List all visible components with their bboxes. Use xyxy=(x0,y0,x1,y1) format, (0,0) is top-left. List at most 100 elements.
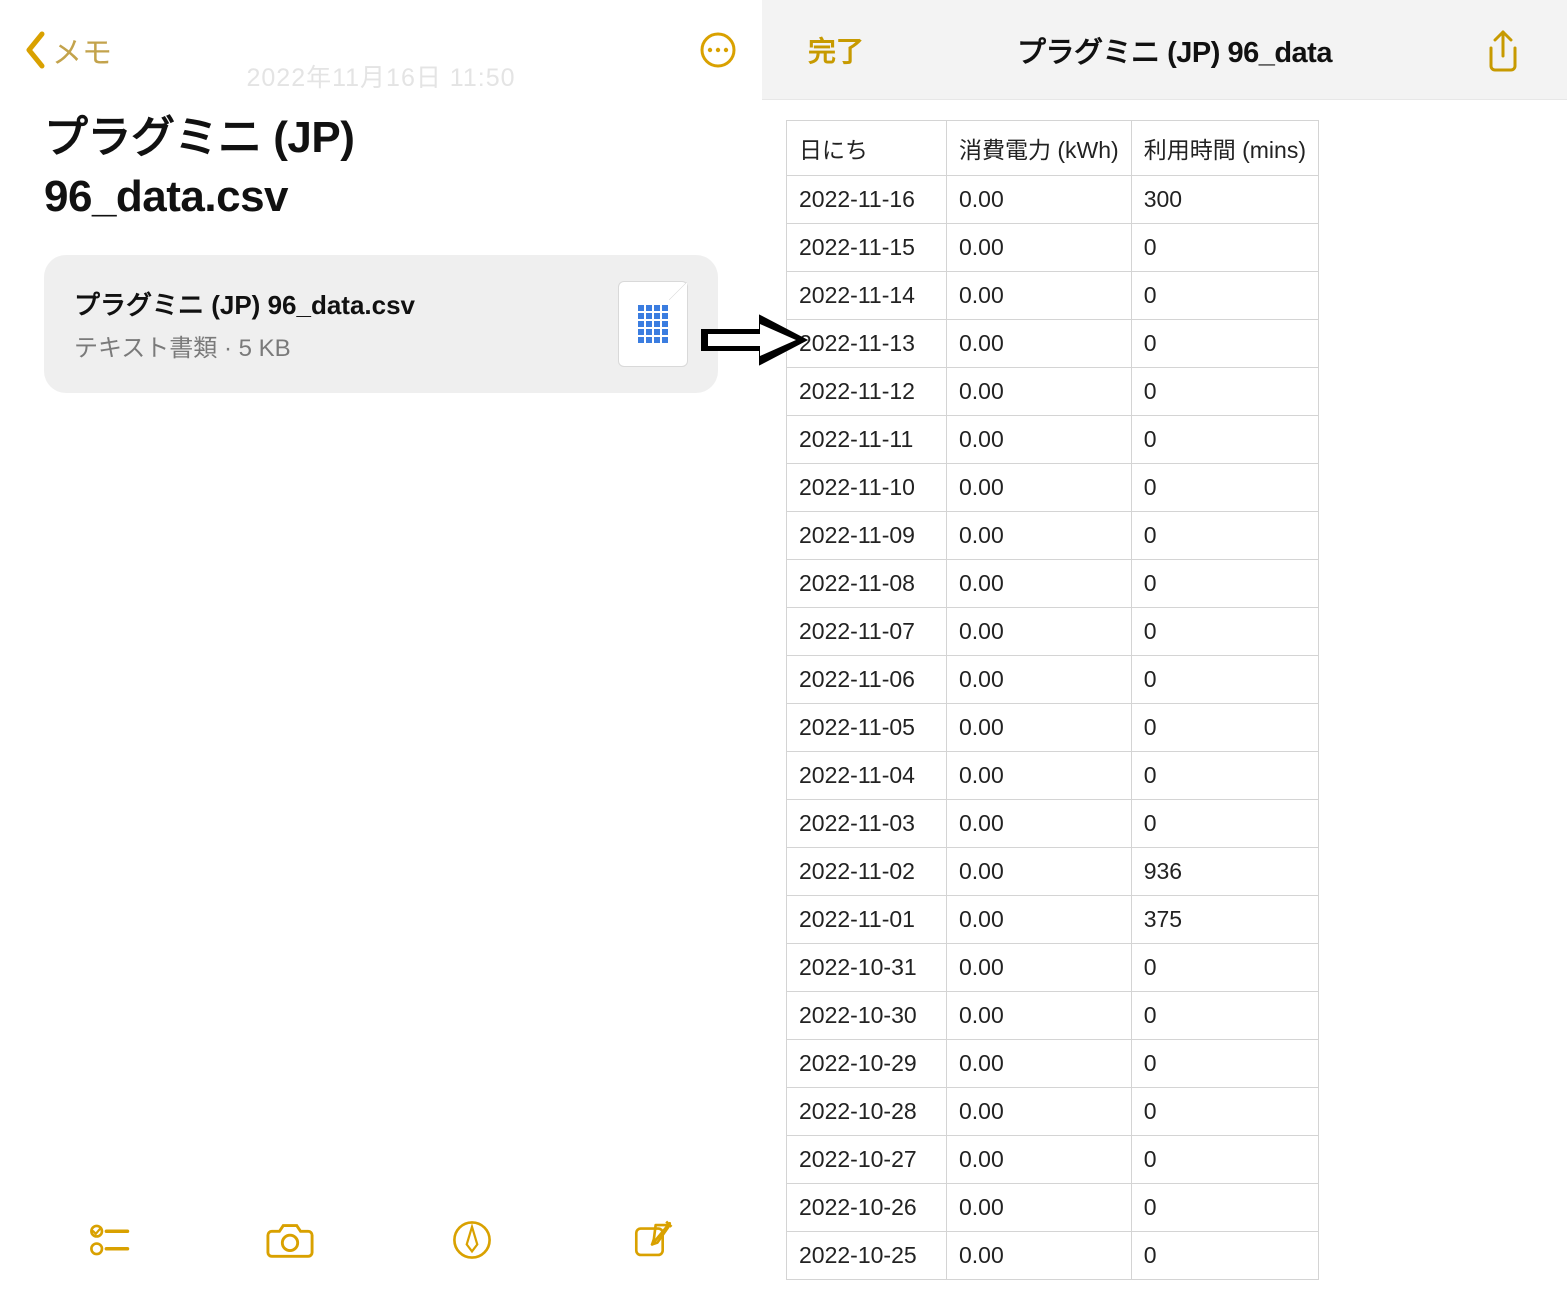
table-cell: 0.00 xyxy=(947,1040,1132,1088)
table-cell: 2022-11-05 xyxy=(787,704,947,752)
attachment-card[interactable]: プラグミニ (JP) 96_data.csv テキスト書類 · 5 KB xyxy=(44,255,718,393)
table-cell: 0 xyxy=(1131,1184,1318,1232)
markup-button[interactable] xyxy=(447,1215,497,1265)
table-cell: 2022-11-12 xyxy=(787,368,947,416)
table-row: 2022-11-130.000 xyxy=(787,320,1319,368)
table-row: 2022-11-020.00936 xyxy=(787,848,1319,896)
table-row: 2022-11-110.000 xyxy=(787,416,1319,464)
checklist-button[interactable] xyxy=(84,1215,134,1265)
table-row: 2022-10-270.000 xyxy=(787,1136,1319,1184)
compose-icon xyxy=(631,1218,675,1262)
table-cell: 0.00 xyxy=(947,512,1132,560)
csv-table: 日にち 消費電力 (kWh) 利用時間 (mins) 2022-11-160.0… xyxy=(786,120,1319,1280)
compose-button[interactable] xyxy=(628,1215,678,1265)
viewer-title: プラグミニ (JP) 96_data xyxy=(1017,29,1332,71)
markup-pen-icon xyxy=(450,1218,494,1262)
table-cell: 0.00 xyxy=(947,416,1132,464)
table-cell: 2022-11-06 xyxy=(787,656,947,704)
table-row: 2022-11-010.00375 xyxy=(787,896,1319,944)
table-cell: 2022-11-14 xyxy=(787,272,947,320)
table-cell: 2022-10-26 xyxy=(787,1184,947,1232)
table-row: 2022-11-150.000 xyxy=(787,224,1319,272)
table-cell: 2022-11-02 xyxy=(787,848,947,896)
table-row: 2022-11-030.000 xyxy=(787,800,1319,848)
table-cell: 0 xyxy=(1131,464,1318,512)
table-cell: 0.00 xyxy=(947,368,1132,416)
table-row: 2022-10-310.000 xyxy=(787,944,1319,992)
table-cell: 0 xyxy=(1131,560,1318,608)
table-cell: 2022-10-27 xyxy=(787,1136,947,1184)
table-cell: 0 xyxy=(1131,1136,1318,1184)
table-cell: 2022-11-13 xyxy=(787,320,947,368)
table-cell: 0.00 xyxy=(947,944,1132,992)
table-row: 2022-10-280.000 xyxy=(787,1088,1319,1136)
col-header-mins: 利用時間 (mins) xyxy=(1131,121,1318,176)
table-row: 2022-10-250.000 xyxy=(787,1232,1319,1280)
table-cell: 2022-11-03 xyxy=(787,800,947,848)
csv-table-container[interactable]: 日にち 消費電力 (kWh) 利用時間 (mins) 2022-11-160.0… xyxy=(762,100,1567,1280)
table-cell: 0 xyxy=(1131,224,1318,272)
table-cell: 2022-11-16 xyxy=(787,176,947,224)
arrow-icon xyxy=(700,310,810,370)
note-timestamp: 2022年11月16日 11:50 xyxy=(0,58,762,94)
table-cell: 2022-11-11 xyxy=(787,416,947,464)
table-row: 2022-11-050.000 xyxy=(787,704,1319,752)
note-title[interactable]: プラグミニ (JP) 96_data.csv xyxy=(0,104,762,227)
table-cell: 0 xyxy=(1131,608,1318,656)
table-cell: 0 xyxy=(1131,752,1318,800)
table-cell: 0.00 xyxy=(947,656,1132,704)
camera-button[interactable] xyxy=(265,1215,315,1265)
table-cell: 0.00 xyxy=(947,992,1132,1040)
table-row: 2022-11-120.000 xyxy=(787,368,1319,416)
table-cell: 0 xyxy=(1131,512,1318,560)
table-cell: 2022-11-07 xyxy=(787,608,947,656)
table-cell: 0.00 xyxy=(947,896,1132,944)
table-cell: 0 xyxy=(1131,992,1318,1040)
table-cell: 0.00 xyxy=(947,1184,1132,1232)
notes-bottombar xyxy=(0,1180,762,1300)
col-header-power: 消費電力 (kWh) xyxy=(947,121,1132,176)
table-cell: 0 xyxy=(1131,320,1318,368)
table-cell: 2022-10-29 xyxy=(787,1040,947,1088)
table-cell: 0 xyxy=(1131,368,1318,416)
table-cell: 0 xyxy=(1131,1232,1318,1280)
note-title-line1: プラグミニ (JP) xyxy=(44,113,354,162)
table-cell: 0.00 xyxy=(947,1232,1132,1280)
table-cell: 2022-11-15 xyxy=(787,224,947,272)
table-cell: 0.00 xyxy=(947,752,1132,800)
table-cell: 0.00 xyxy=(947,608,1132,656)
table-cell: 0 xyxy=(1131,1088,1318,1136)
viewer-topbar: 完了 プラグミニ (JP) 96_data xyxy=(762,0,1567,100)
table-row: 2022-10-260.000 xyxy=(787,1184,1319,1232)
table-cell: 2022-10-25 xyxy=(787,1232,947,1280)
table-row: 2022-11-160.00300 xyxy=(787,176,1319,224)
table-row: 2022-11-060.000 xyxy=(787,656,1319,704)
table-row: 2022-11-070.000 xyxy=(787,608,1319,656)
csv-file-icon xyxy=(618,281,688,367)
table-cell: 0.00 xyxy=(947,224,1132,272)
table-cell: 2022-10-30 xyxy=(787,992,947,1040)
table-row: 2022-11-140.000 xyxy=(787,272,1319,320)
table-cell: 2022-11-08 xyxy=(787,560,947,608)
table-cell: 0.00 xyxy=(947,464,1132,512)
table-cell: 0.00 xyxy=(947,1136,1132,1184)
table-cell: 0 xyxy=(1131,656,1318,704)
col-header-date: 日にち xyxy=(787,121,947,176)
checklist-icon xyxy=(87,1218,131,1262)
table-grid-icon xyxy=(638,305,668,343)
share-button[interactable] xyxy=(1485,30,1521,70)
table-cell: 0.00 xyxy=(947,320,1132,368)
table-cell: 0 xyxy=(1131,1040,1318,1088)
table-cell: 0.00 xyxy=(947,560,1132,608)
table-cell: 300 xyxy=(1131,176,1318,224)
share-icon xyxy=(1485,30,1521,74)
note-title-line2: 96_data.csv xyxy=(44,172,288,221)
table-cell: 2022-11-04 xyxy=(787,752,947,800)
table-row: 2022-10-300.000 xyxy=(787,992,1319,1040)
table-cell: 0.00 xyxy=(947,272,1132,320)
table-cell: 0 xyxy=(1131,416,1318,464)
done-button[interactable]: 完了 xyxy=(808,30,864,70)
table-cell: 936 xyxy=(1131,848,1318,896)
table-row: 2022-11-090.000 xyxy=(787,512,1319,560)
table-cell: 375 xyxy=(1131,896,1318,944)
